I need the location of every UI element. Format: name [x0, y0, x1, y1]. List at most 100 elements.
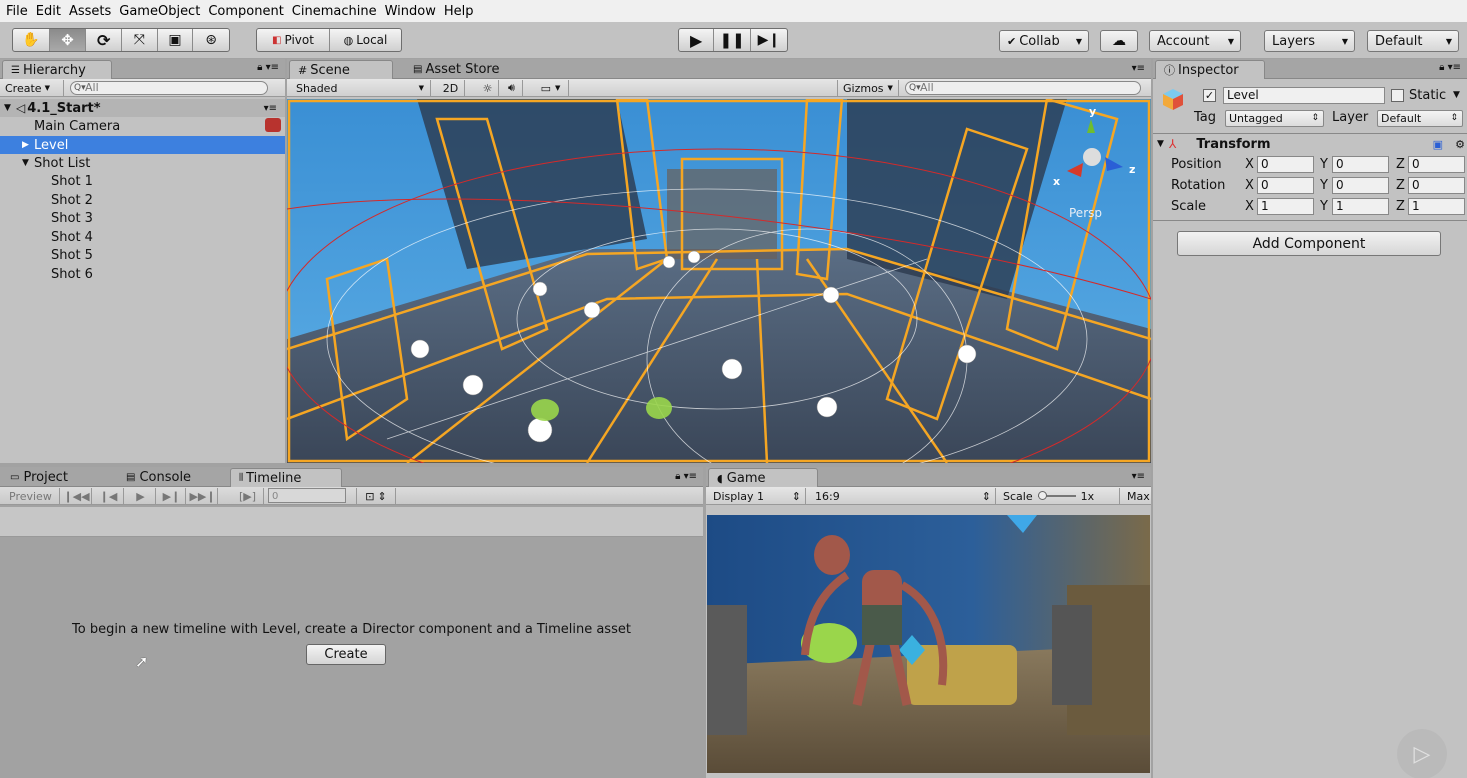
- help-icon[interactable]: ▣: [1433, 138, 1443, 151]
- game-viewport[interactable]: [707, 515, 1150, 773]
- hierarchy-item-shot[interactable]: Shot 2: [0, 191, 285, 209]
- hierarchy-item-shot[interactable]: Shot 4: [0, 228, 285, 246]
- aspect-dropdown[interactable]: 16:9 ⇕: [810, 488, 996, 504]
- lock-icon[interactable]: 🔒︎ ▾≡: [257, 62, 279, 73]
- menu-gameobject[interactable]: GameObject: [119, 4, 208, 19]
- position-z-field[interactable]: 0: [1408, 156, 1465, 173]
- transform-header[interactable]: ▼ ⅄ Transform ▣ ⚙: [1153, 135, 1467, 153]
- static-checkbox[interactable]: [1391, 89, 1404, 102]
- cloud-button[interactable]: ☁: [1100, 30, 1138, 52]
- scene-search-input[interactable]: Q▾ All: [905, 81, 1141, 95]
- shading-dropdown[interactable]: Shaded ▼: [291, 80, 431, 96]
- pivot-button[interactable]: ◧ Pivot: [257, 29, 330, 51]
- fold-open-icon[interactable]: ▼: [1157, 139, 1169, 149]
- tab-console[interactable]: ▤ Console: [118, 468, 228, 487]
- scale-y-field[interactable]: 1: [1332, 198, 1389, 215]
- preview-button[interactable]: Preview: [4, 488, 60, 504]
- timeline-play-button[interactable]: ▶: [126, 488, 156, 504]
- scale-tool-button[interactable]: ⤧: [122, 29, 158, 51]
- move-tool-button[interactable]: ✥: [49, 29, 87, 51]
- hierarchy-item-shot[interactable]: Shot 1: [0, 172, 285, 190]
- tab-timeline[interactable]: ⫼ Timeline: [230, 468, 342, 487]
- effects-dropdown[interactable]: ▭ ▼: [533, 80, 569, 96]
- create-director-button[interactable]: Create: [306, 644, 386, 665]
- rect-tool-button[interactable]: ▣: [158, 29, 194, 51]
- scale-slider[interactable]: Scale 1x: [998, 488, 1120, 504]
- options-icon[interactable]: ▾≡: [264, 103, 277, 114]
- tab-scene[interactable]: # Scene: [289, 60, 393, 79]
- menu-edit[interactable]: Edit: [36, 4, 69, 19]
- menu-window[interactable]: Window: [385, 4, 444, 19]
- chevron-down-icon[interactable]: ▼: [1453, 90, 1460, 100]
- menu-help[interactable]: Help: [444, 4, 482, 19]
- hierarchy-item-level[interactable]: ▶ Level: [0, 136, 285, 154]
- play-range-button[interactable]: [▶]: [232, 488, 264, 504]
- rotation-y-field[interactable]: 0: [1332, 177, 1389, 194]
- options-icon[interactable]: ▾≡: [1132, 471, 1145, 482]
- hierarchy-item-shot[interactable]: Shot 3: [0, 209, 285, 227]
- hierarchy-item-shot[interactable]: Shot 6: [0, 265, 285, 283]
- fold-open-icon[interactable]: ▼: [22, 158, 34, 168]
- hierarchy-item-shot-list[interactable]: ▼ Shot List: [0, 154, 285, 172]
- gizmos-dropdown[interactable]: Gizmos ▼: [837, 80, 899, 96]
- fold-open-icon[interactable]: ▼: [4, 103, 16, 113]
- goto-start-button[interactable]: ❙◀◀: [62, 488, 92, 504]
- lock-icon[interactable]: 🔒︎ ▾≡: [1439, 62, 1461, 73]
- 2d-toggle[interactable]: 2D: [437, 80, 465, 96]
- rotation-x-field[interactable]: 0: [1257, 177, 1314, 194]
- hierarchy-create-button[interactable]: Create ▼: [0, 80, 64, 96]
- lighting-toggle[interactable]: ☼: [477, 80, 499, 96]
- add-component-button[interactable]: Add Component: [1177, 231, 1441, 256]
- timeline-panel: ▭ Project ▤ Console ⫼ Timeline 🔒︎ ▾≡ Previe…: [0, 467, 703, 778]
- tab-game[interactable]: ◖ Game: [708, 468, 818, 487]
- layers-dropdown[interactable]: Layers ▼: [1264, 30, 1355, 52]
- scene-root-row[interactable]: ▼ ◁ 4.1_Start* ▾≡: [0, 99, 285, 117]
- options-icon[interactable]: ▾≡: [1132, 63, 1145, 74]
- step-button[interactable]: ▶❙: [751, 29, 787, 51]
- layout-dropdown[interactable]: Default ▼: [1367, 30, 1459, 52]
- play-button[interactable]: ▶: [679, 29, 715, 51]
- tab-hierarchy[interactable]: ☰ Hierarchy: [2, 60, 112, 79]
- maximize-toggle[interactable]: Max: [1122, 488, 1152, 504]
- collab-dropdown[interactable]: ✔ Collab ▼: [999, 30, 1089, 52]
- scene-viewport[interactable]: y x z Persp: [287, 99, 1151, 463]
- menu-file[interactable]: File: [6, 4, 36, 19]
- display-dropdown[interactable]: Display 1 ⇕: [708, 488, 806, 504]
- audio-toggle[interactable]: 🔊︎: [501, 80, 523, 96]
- hierarchy-search-input[interactable]: Q▾ All: [70, 81, 268, 95]
- account-dropdown[interactable]: Account ▼: [1149, 30, 1241, 52]
- tab-asset-store[interactable]: ▤ Asset Store: [405, 60, 515, 79]
- prev-frame-button[interactable]: ❙◀: [94, 488, 124, 504]
- goto-end-button[interactable]: ▶▶❙: [188, 488, 218, 504]
- layer-dropdown[interactable]: Default ⇕: [1377, 110, 1463, 127]
- hand-tool-button[interactable]: ✋: [13, 29, 50, 51]
- fold-closed-icon[interactable]: ▶: [22, 140, 34, 150]
- add-track-dropdown[interactable]: ⊡ ⇕: [356, 488, 396, 504]
- tag-dropdown[interactable]: Untagged ⇕: [1225, 110, 1324, 127]
- persp-label[interactable]: Persp: [1069, 206, 1102, 220]
- frame-field[interactable]: 0: [268, 488, 346, 503]
- menu-component[interactable]: Component: [208, 4, 291, 19]
- gear-icon[interactable]: ⚙: [1455, 138, 1465, 151]
- active-checkbox[interactable]: ✓: [1203, 89, 1216, 102]
- object-name-field[interactable]: Level: [1223, 87, 1385, 104]
- slider-track[interactable]: [1037, 491, 1076, 500]
- hierarchy-item-main-camera[interactable]: Main Camera: [0, 117, 285, 135]
- prev-frame-icon: ❙◀: [99, 489, 118, 503]
- position-x-field[interactable]: 0: [1257, 156, 1314, 173]
- menu-assets[interactable]: Assets: [69, 4, 119, 19]
- scale-z-field[interactable]: 1: [1408, 198, 1465, 215]
- menu-cinemachine[interactable]: Cinemachine: [292, 4, 385, 19]
- transform-tool-button[interactable]: ⊛: [193, 29, 229, 51]
- hierarchy-item-shot[interactable]: Shot 5: [0, 246, 285, 264]
- pause-button[interactable]: ❚❚: [714, 29, 751, 51]
- local-button[interactable]: ◍ Local: [330, 29, 401, 51]
- lock-icon[interactable]: 🔒︎ ▾≡: [675, 471, 697, 482]
- scale-x-field[interactable]: 1: [1257, 198, 1314, 215]
- rotation-z-field[interactable]: 0: [1408, 177, 1465, 194]
- rotate-tool-button[interactable]: ⟳: [86, 29, 122, 51]
- next-frame-button[interactable]: ▶❙: [158, 488, 186, 504]
- position-y-field[interactable]: 0: [1332, 156, 1389, 173]
- tab-project[interactable]: ▭ Project: [2, 468, 112, 487]
- tab-inspector[interactable]: ⓘ Inspector: [1155, 60, 1265, 79]
